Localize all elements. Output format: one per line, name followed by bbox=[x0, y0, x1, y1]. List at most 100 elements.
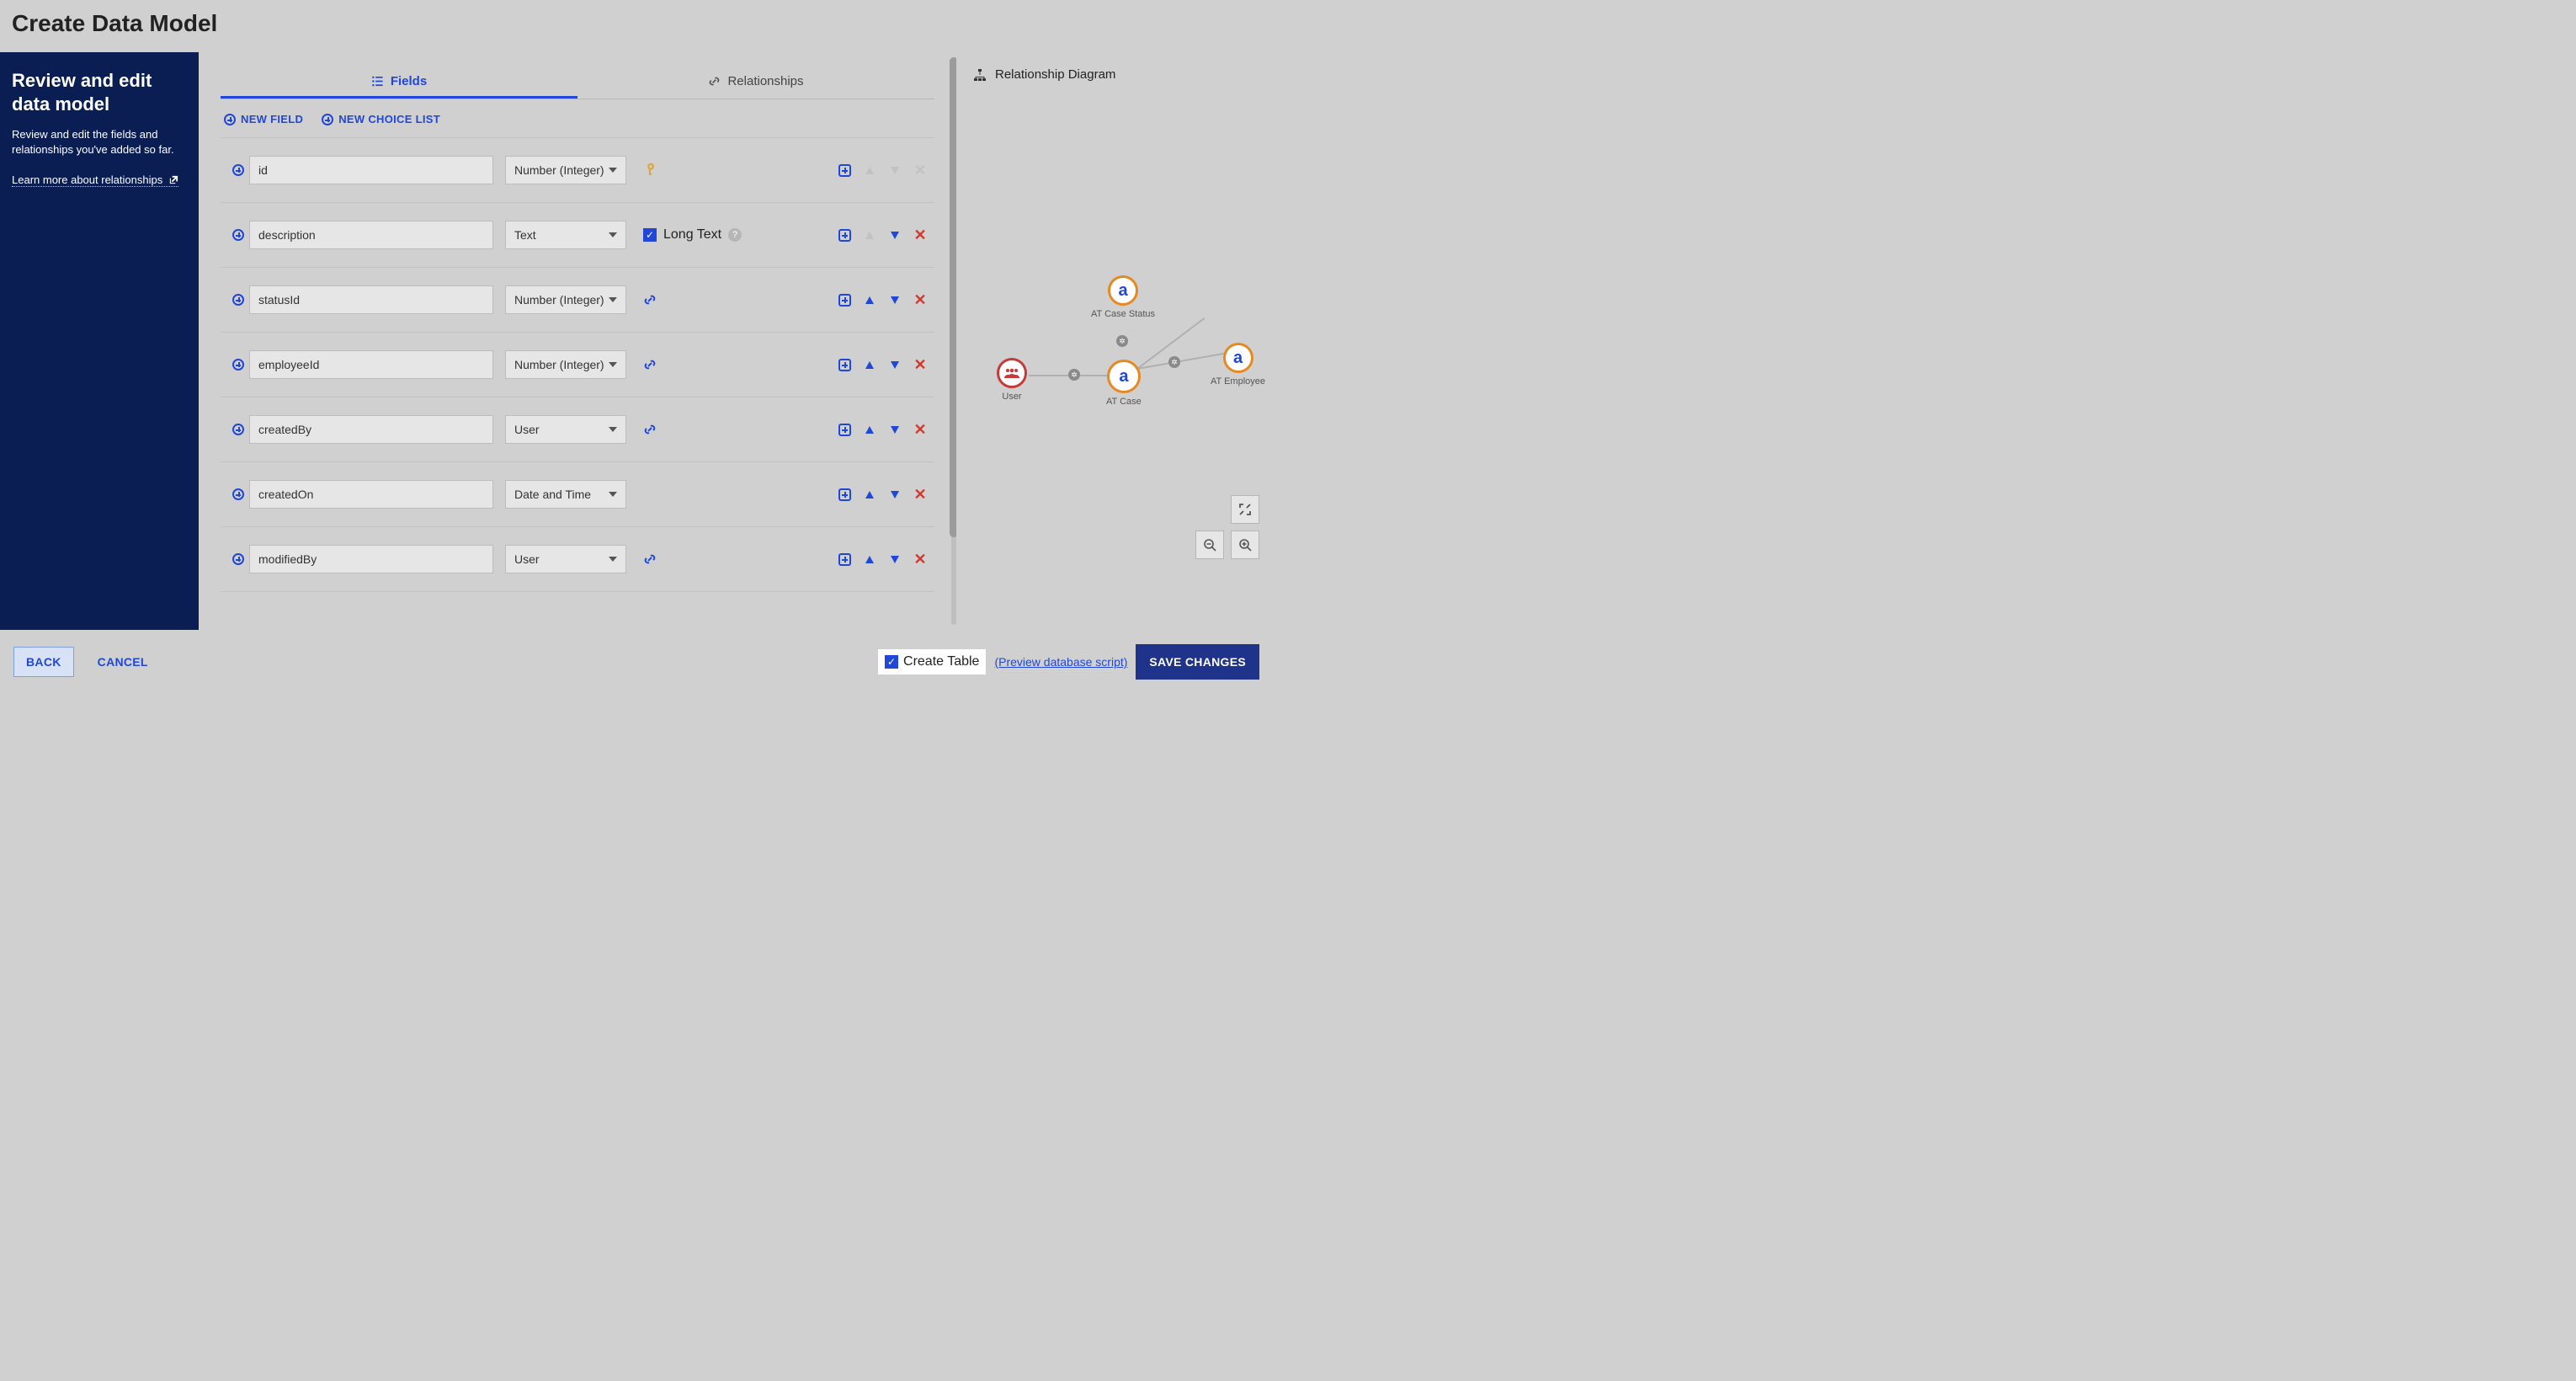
field-type-select[interactable]: Number (Integer) bbox=[505, 156, 626, 184]
zoom-out-button[interactable] bbox=[1195, 531, 1224, 559]
cancel-button[interactable]: CANCEL bbox=[86, 647, 160, 677]
tab-fields[interactable]: Fields bbox=[221, 64, 577, 99]
arrow-down-icon bbox=[891, 426, 899, 434]
edge-badge: ✲ bbox=[1068, 369, 1080, 381]
move-up-button[interactable] bbox=[862, 422, 877, 437]
plus-square-icon bbox=[838, 229, 851, 242]
new-field-label: NEW FIELD bbox=[241, 113, 303, 125]
move-up-button[interactable] bbox=[862, 487, 877, 502]
x-icon: ✕ bbox=[913, 291, 926, 309]
sidebar-heading: Review and edit data model bbox=[12, 69, 187, 115]
move-down-button[interactable] bbox=[887, 552, 902, 567]
duplicate-button[interactable] bbox=[837, 487, 852, 502]
relationship-link-icon[interactable] bbox=[643, 358, 657, 371]
add-field-above-button[interactable] bbox=[227, 488, 249, 500]
delete-button[interactable]: ✕ bbox=[913, 552, 928, 567]
new-choice-list-label: NEW CHOICE LIST bbox=[338, 113, 440, 125]
add-field-above-button[interactable] bbox=[227, 553, 249, 565]
field-name-input[interactable] bbox=[249, 415, 493, 444]
relationship-diagram[interactable]: ✲ ✲ ✲ a AT Case Status a AT Employee bbox=[973, 90, 1259, 562]
move-down-button[interactable] bbox=[887, 422, 902, 437]
plus-square-icon bbox=[838, 164, 851, 177]
add-field-above-button[interactable] bbox=[227, 229, 249, 241]
arrow-up-icon bbox=[865, 556, 874, 563]
field-name-input[interactable] bbox=[249, 480, 493, 509]
move-up-button[interactable] bbox=[862, 292, 877, 307]
field-type-select[interactable]: Number (Integer) bbox=[505, 285, 626, 314]
field-name-input[interactable] bbox=[249, 350, 493, 379]
field-type-select[interactable]: User bbox=[505, 415, 626, 444]
new-choice-list-button[interactable]: NEW CHOICE LIST bbox=[322, 113, 440, 125]
delete-button[interactable]: ✕ bbox=[913, 357, 928, 372]
duplicate-button[interactable] bbox=[837, 227, 852, 243]
delete-button[interactable]: ✕ bbox=[913, 227, 928, 243]
delete-button[interactable]: ✕ bbox=[913, 422, 928, 437]
add-field-above-button[interactable] bbox=[227, 164, 249, 176]
duplicate-button[interactable] bbox=[837, 552, 852, 567]
page-title: Create Data Model bbox=[0, 0, 1273, 52]
plus-circle-icon bbox=[322, 114, 333, 125]
plus-square-icon bbox=[838, 553, 851, 566]
preview-database-script-link[interactable]: (Preview database script) bbox=[994, 655, 1127, 669]
checkbox-checked-icon[interactable]: ✓ bbox=[643, 228, 657, 242]
arrow-up-icon bbox=[865, 296, 874, 304]
learn-relationships-link[interactable]: Learn more about relationships bbox=[12, 173, 178, 187]
diagram-icon bbox=[973, 68, 987, 82]
field-type-select[interactable]: User bbox=[505, 545, 626, 573]
back-button[interactable]: BACK bbox=[13, 647, 74, 677]
field-name-input[interactable] bbox=[249, 221, 493, 249]
field-type-select[interactable]: Number (Integer) bbox=[505, 350, 626, 379]
plus-circle-icon bbox=[224, 114, 236, 125]
edge-badge: ✲ bbox=[1116, 335, 1128, 347]
move-down-button[interactable] bbox=[887, 292, 902, 307]
relationship-link-icon[interactable] bbox=[643, 423, 657, 436]
field-name-input[interactable] bbox=[249, 545, 493, 573]
field-type-select[interactable]: Text bbox=[505, 221, 626, 249]
duplicate-button[interactable] bbox=[837, 357, 852, 372]
duplicate-button[interactable] bbox=[837, 292, 852, 307]
help-icon[interactable]: ? bbox=[728, 228, 742, 242]
caret-down-icon bbox=[609, 168, 617, 173]
move-up-button[interactable] bbox=[862, 552, 877, 567]
caret-down-icon bbox=[609, 297, 617, 302]
field-row: Number (Integer) ✕ bbox=[221, 332, 934, 397]
move-up-button[interactable] bbox=[862, 357, 877, 372]
create-table-checkbox[interactable]: ✓ Create Table bbox=[878, 649, 986, 675]
node-employee[interactable]: a bbox=[1223, 343, 1253, 373]
field-name-input[interactable] bbox=[249, 156, 493, 184]
new-field-button[interactable]: NEW FIELD bbox=[224, 113, 303, 125]
fields-list: Number (Integer)✕Text✓Long Text?✕Number … bbox=[221, 137, 934, 592]
external-link-icon bbox=[169, 175, 178, 184]
move-up-button bbox=[862, 227, 877, 243]
field-name-input[interactable] bbox=[249, 285, 493, 314]
zoom-in-button[interactable] bbox=[1231, 531, 1259, 559]
duplicate-button[interactable] bbox=[837, 422, 852, 437]
x-icon: ✕ bbox=[913, 356, 926, 374]
add-field-above-button[interactable] bbox=[227, 294, 249, 306]
add-field-above-button[interactable] bbox=[227, 359, 249, 371]
add-field-above-button[interactable] bbox=[227, 424, 249, 435]
plus-square-icon bbox=[838, 424, 851, 436]
save-changes-button[interactable]: SAVE CHANGES bbox=[1136, 644, 1259, 680]
caret-down-icon bbox=[609, 427, 617, 432]
node-case-status-label: AT Case Status bbox=[1091, 309, 1155, 319]
move-down-button[interactable] bbox=[887, 227, 902, 243]
duplicate-button[interactable] bbox=[837, 163, 852, 178]
delete-button[interactable]: ✕ bbox=[913, 292, 928, 307]
move-down-button[interactable] bbox=[887, 357, 902, 372]
move-down-button[interactable] bbox=[887, 487, 902, 502]
delete-button[interactable]: ✕ bbox=[913, 487, 928, 502]
plus-square-icon bbox=[838, 488, 851, 501]
node-case-status[interactable]: a bbox=[1108, 275, 1138, 306]
scrollbar[interactable] bbox=[950, 52, 956, 630]
node-user[interactable] bbox=[997, 358, 1027, 388]
field-type-select[interactable]: Date and Time bbox=[505, 480, 626, 509]
delete-button: ✕ bbox=[913, 163, 928, 178]
node-case[interactable]: a bbox=[1107, 360, 1141, 393]
tab-relationships[interactable]: Relationships bbox=[577, 64, 934, 99]
relationship-link-icon[interactable] bbox=[643, 552, 657, 566]
zoom-fit-button[interactable] bbox=[1231, 495, 1259, 524]
plus-square-icon bbox=[838, 359, 851, 371]
relationship-link-icon[interactable] bbox=[643, 293, 657, 307]
move-down-button bbox=[887, 163, 902, 178]
